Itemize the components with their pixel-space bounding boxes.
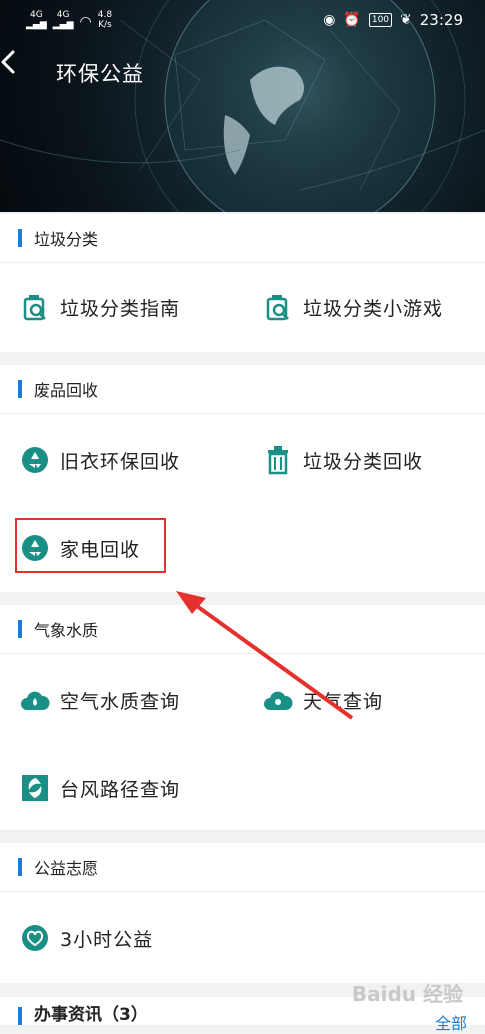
red-arrow-annotation — [176, 591, 354, 720]
watermark: Baidu 经验 — [351, 982, 463, 1006]
